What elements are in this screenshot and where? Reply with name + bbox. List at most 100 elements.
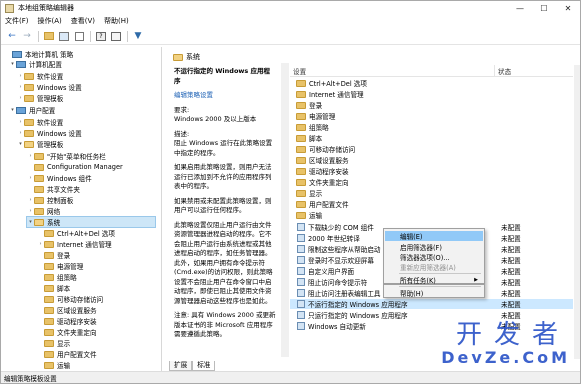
back-arrow-icon[interactable]: ← [5, 30, 19, 43]
folder-icon [296, 167, 306, 175]
collapse-arrow-icon[interactable]: ▾ [17, 141, 24, 147]
expand-arrow-icon[interactable]: › [17, 95, 24, 101]
tree-item-shared-folders[interactable]: 共享文件夹 [27, 184, 80, 194]
menu-file[interactable]: 文件(F) [5, 16, 29, 26]
show-hide-tree-icon[interactable] [57, 30, 71, 43]
table-row-selected[interactable]: 不运行指定的 Windows 应用程序 未配置 [290, 299, 573, 309]
expand-arrow-icon[interactable]: › [17, 130, 24, 136]
tree-item-computer-config[interactable]: ▾ 计算机配置 [9, 59, 62, 69]
table-row[interactable]: 只运行指定的 Windows 应用程序 未配置 [290, 310, 573, 320]
policy-setting-icon [297, 223, 305, 231]
list-item[interactable]: 驱动程序安装 [290, 166, 573, 176]
tree-item-windows-components[interactable]: › Windows 组件 [27, 173, 92, 183]
policy-setting-icon [297, 278, 305, 286]
tree-item-local-policy[interactable]: 本地计算机 策略 [5, 49, 73, 59]
tree-item-removable-storage[interactable]: 可移动存储访问 [37, 294, 103, 304]
list-item[interactable]: 用户配置文件 [290, 199, 573, 209]
tree-item-scripts[interactable]: 脚本 [37, 283, 70, 293]
list-item[interactable]: 脚本 [290, 133, 573, 143]
tree-item-transport[interactable]: 运输 [37, 360, 70, 370]
expand-arrow-icon[interactable]: › [17, 73, 24, 79]
menu-item-filter-on[interactable]: 启用筛选器(F) [385, 242, 483, 252]
expand-arrow-icon[interactable]: › [27, 208, 34, 214]
list-item[interactable]: 区域设置服务 [290, 155, 573, 165]
description-para-1: 如果启用此策略设置，则用户无法运行已添加到不允许的应用程序列表中的程序。 [174, 163, 272, 190]
expand-arrow-icon[interactable]: › [27, 197, 34, 203]
menu-action[interactable]: 操作(A) [38, 16, 62, 26]
tree-item-driver-install[interactable]: 驱动程序安装 [37, 316, 97, 326]
policy-setting-icon [297, 256, 305, 264]
folder-icon [296, 211, 306, 219]
tree-item-start-menu[interactable]: › "开始"菜单和任务栏 [27, 151, 106, 161]
list-item[interactable]: 可移动存储访问 [290, 144, 573, 154]
expand-arrow-icon[interactable]: › [17, 119, 24, 125]
tree-item-windows-settings[interactable]: › Windows 设置 [17, 82, 82, 92]
expand-arrow-icon[interactable]: › [27, 175, 34, 181]
folder-open-icon [173, 53, 183, 61]
menu-view[interactable]: 查看(V) [71, 16, 95, 26]
tree-item-user-admin-templates[interactable]: ▾ 管理模板 [17, 139, 63, 149]
tree-item-admin-templates[interactable]: › 管理模板 [17, 93, 63, 103]
tree-item-software-settings[interactable]: › 软件设置 [17, 71, 63, 81]
up-folder-icon[interactable] [42, 30, 56, 43]
tree-item-user-windows-settings[interactable]: › Windows 设置 [17, 128, 82, 138]
tree-item-logon[interactable]: 登录 [37, 250, 70, 260]
menu-item-help[interactable]: 帮助(H) [385, 288, 483, 298]
expand-arrow-icon[interactable]: › [27, 153, 34, 159]
collapse-arrow-icon[interactable]: ▾ [9, 107, 16, 113]
window-title: 本地组策略编辑器 [18, 4, 74, 12]
expand-arrow-icon[interactable]: › [37, 241, 44, 247]
policy-setting-icon [297, 267, 305, 275]
help-icon[interactable]: ? [94, 30, 108, 43]
menu-item-all-tasks[interactable]: 所有任务(K) ▶ [385, 275, 483, 285]
list-item[interactable]: 显示 [290, 188, 573, 198]
title-bar: 本地组策略编辑器 — ☐ ✕ [1, 1, 580, 15]
list-item[interactable]: 运输 [290, 210, 573, 220]
collapse-arrow-icon[interactable]: ▾ [9, 61, 16, 67]
description-para-4: 注意: 具有 Windows 2000 或更新版本证书的非 Microsoft … [174, 311, 276, 338]
folder-icon [296, 189, 306, 197]
forward-arrow-icon[interactable]: → [20, 30, 34, 43]
tree-item-power[interactable]: 电源管理 [37, 261, 83, 271]
edit-policy-link[interactable]: 编辑策略设置 [174, 91, 213, 99]
tree-item-network[interactable]: › 网络 [27, 206, 60, 216]
tree-item-display[interactable]: 显示 [37, 338, 70, 348]
tree-item-ctrl-alt-del[interactable]: Ctrl+Alt+Del 选项 [37, 228, 115, 238]
export-list-icon[interactable] [72, 30, 86, 43]
list-item[interactable]: 登录 [290, 100, 573, 110]
maximize-button[interactable]: ☐ [532, 1, 556, 15]
tab-standard[interactable]: 标准 [192, 361, 216, 371]
tree-item-config-manager[interactable]: Configuration Manager [27, 162, 123, 172]
list-item[interactable]: Ctrl+Alt+Del 选项 [290, 78, 573, 88]
menu-item-edit[interactable]: 编辑(E) [385, 231, 483, 241]
tree-item-folder-redirection[interactable]: 文件夹重定向 [37, 327, 97, 337]
expand-arrow-icon[interactable]: › [17, 84, 24, 90]
tree-item-control-panel[interactable]: › 控制面板 [27, 195, 73, 205]
tree-item-system[interactable]: ▾ 系统 [26, 216, 156, 228]
collapse-arrow-icon[interactable]: ▾ [27, 219, 34, 225]
tree-item-internet-comm[interactable]: › Internet 通信管理 [37, 239, 112, 249]
tree-item-user-software-settings[interactable]: › 软件设置 [17, 117, 63, 127]
minimize-button[interactable]: — [508, 1, 532, 15]
filter-icon[interactable]: ▼ [131, 30, 145, 43]
tree-item-user-config[interactable]: ▾ 用户配置 [9, 105, 55, 115]
menu-item-filter-options[interactable]: 筛选器选项(O)... [385, 252, 483, 262]
close-button[interactable]: ✕ [556, 1, 580, 15]
description-scrollbar[interactable] [281, 63, 289, 357]
menu-help[interactable]: 帮助(H) [104, 16, 129, 26]
list-item[interactable]: 组策略 [290, 122, 573, 132]
list-scrollbar[interactable] [574, 65, 580, 359]
folder-icon [296, 200, 306, 208]
column-setting[interactable]: 设置 [290, 65, 494, 76]
folder-icon [24, 129, 34, 137]
properties-icon[interactable] [109, 30, 123, 43]
folder-icon [44, 240, 54, 248]
tab-extended[interactable]: 扩展 [169, 361, 193, 371]
tree-item-locale-services[interactable]: 区域设置服务 [37, 305, 97, 315]
list-item[interactable]: 文件夹重定向 [290, 177, 573, 187]
list-item[interactable]: Internet 通信管理 [290, 89, 573, 99]
list-item[interactable]: 电源管理 [290, 111, 573, 121]
tree-item-group-policy[interactable]: 组策略 [37, 272, 77, 282]
column-state[interactable]: 状态 [494, 65, 573, 76]
tree-item-user-profiles[interactable]: 用户配置文件 [37, 349, 97, 359]
